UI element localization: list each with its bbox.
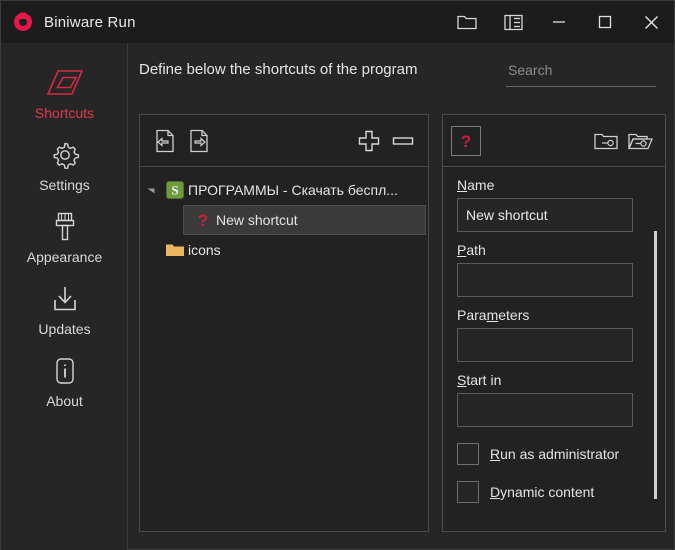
path-field[interactable] [457,263,633,297]
dynamic-content-checkbox[interactable] [457,481,479,503]
shortcuts-icon [45,66,85,100]
info-icon [51,354,79,388]
search-box[interactable] [506,57,656,87]
sidebar-item-appearance[interactable]: Appearance [1,201,128,273]
question-mark-icon: ? [457,131,475,151]
plus-icon [357,129,381,153]
tree-row-new-shortcut[interactable]: ? New shortcut [183,205,426,235]
details-panel: ? Name [442,114,666,532]
tree-row-icons[interactable]: icons [140,235,428,265]
add-button[interactable] [352,124,386,158]
path-label: Path [457,242,486,258]
details-toolbar: ? [443,115,665,167]
shortcuts-toolbar [140,115,428,167]
tree-row-label: New shortcut [216,212,298,228]
folder-button[interactable] [444,1,490,43]
parameters-field[interactable] [457,328,633,362]
paintbrush-icon [52,210,78,244]
start-in-field[interactable] [457,393,633,427]
tree-row-root[interactable]: S ПРОГРАММЫ - Скачать беспл... [140,175,428,205]
list-button[interactable] [490,1,536,43]
minimize-icon [552,15,566,29]
remove-button[interactable] [386,124,420,158]
run-as-administrator-checkbox-row[interactable]: Run as administrator [457,443,649,465]
content-header: Define below the shortcuts of the progra… [129,43,675,103]
export-file-icon [187,128,211,154]
shortcut-form: Name Path Parameters Start in Run as adm… [443,167,665,531]
question-mark-icon: ? [190,210,216,230]
start-in-label: Start in [457,372,501,388]
shortcut-icon-button[interactable]: ? [451,126,481,156]
close-icon [644,15,659,30]
open-folder-key-icon [627,130,653,152]
run-as-administrator-checkbox[interactable] [457,443,479,465]
page-title: Define below the shortcuts of the progra… [139,61,417,78]
name-field[interactable] [457,198,633,232]
application-window: Biniware Run [0,0,675,550]
download-icon [50,282,80,316]
form-scrollbar-thumb[interactable] [654,231,657,499]
chevron-down-icon[interactable] [140,185,162,195]
book-list-icon [503,13,524,32]
run-as-administrator-label: Run as administrator [490,446,619,462]
folder-icon [457,13,477,31]
tree-row-label: ПРОГРАММЫ - Скачать беспл... [188,182,398,198]
minus-icon [391,129,415,153]
maximize-button[interactable] [582,1,628,43]
export-button[interactable] [182,124,216,158]
sidebar-item-shortcuts[interactable]: Shortcuts [1,57,128,129]
folder-key-icon [593,130,619,152]
dynamic-content-checkbox-row[interactable]: Dynamic content [457,481,649,503]
sidebar-item-label: Settings [39,177,90,193]
sidebar-item-label: Appearance [27,249,103,265]
svg-text:S: S [171,183,178,198]
parameters-label: Parameters [457,307,529,323]
sidebar-item-updates[interactable]: Updates [1,273,128,345]
tree-row-label: icons [188,242,221,258]
folder-icon [162,242,188,258]
sidebar-item-about[interactable]: About [1,345,128,417]
biniware-logo-icon [11,10,35,34]
sidebar-item-label: Updates [38,321,90,337]
browse-open-folder-button[interactable] [623,124,657,158]
close-button[interactable] [628,1,674,43]
shortcuts-tree: S ПРОГРАММЫ - Скачать беспл... ? New sho… [140,167,428,265]
window-title: Biniware Run [44,14,136,31]
minimize-button[interactable] [536,1,582,43]
import-file-icon [153,128,177,154]
name-label: Name [457,177,494,193]
site-favicon-s: S [162,181,188,199]
gear-icon [49,138,81,172]
sidebar-item-settings[interactable]: Settings [1,129,128,201]
search-input[interactable] [506,62,675,81]
maximize-icon [598,15,612,29]
sidebar-item-label: About [46,393,83,409]
svg-text:?: ? [198,211,208,230]
shortcuts-panel: S ПРОГРАММЫ - Скачать беспл... ? New sho… [139,114,429,532]
import-button[interactable] [148,124,182,158]
browse-folder-button[interactable] [589,124,623,158]
sidebar: Shortcuts Settings [1,43,128,550]
dynamic-content-label: Dynamic content [490,484,594,500]
sidebar-item-label: Shortcuts [35,105,94,121]
title-bar: Biniware Run [1,1,674,43]
svg-text:?: ? [461,132,471,151]
